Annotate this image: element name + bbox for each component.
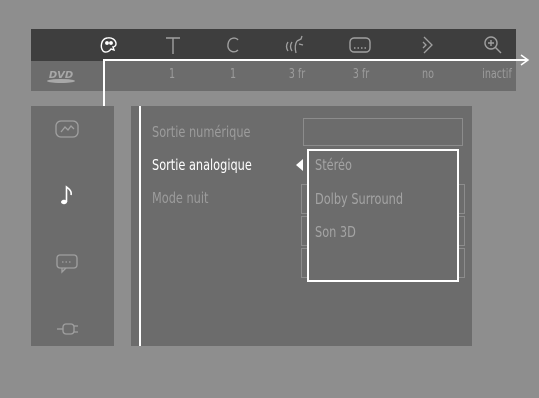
audio-value: 3 fr — [288, 67, 306, 82]
text-icon[interactable] — [159, 33, 187, 57]
chapter-value: 1 — [229, 67, 237, 82]
option-3d-sound[interactable]: Son 3D — [315, 223, 356, 241]
subtitle-value: 3 fr — [352, 67, 370, 82]
selection-arrow-icon — [296, 159, 303, 171]
menu-item-digital-output[interactable]: Sortie numérique — [152, 123, 251, 141]
angle-value: no — [422, 67, 434, 82]
option-stereo[interactable]: Stéréo — [315, 156, 352, 174]
settings-panel: Sortie numérique Sortie analogique Mode … — [131, 106, 472, 346]
zoom-icon[interactable] — [479, 33, 507, 57]
toolbar-value-row: DVD 1 1 3 fr 3 fr no inactif — [31, 61, 516, 91]
top-toolbar: DVD 1 1 3 fr 3 fr no inactif — [31, 29, 516, 91]
language-settings-icon[interactable] — [53, 252, 81, 274]
zoom-value: inactif — [482, 67, 512, 82]
option-dolby-surround[interactable]: Dolby Surround — [315, 190, 403, 208]
features-settings-icon[interactable] — [53, 318, 81, 340]
picture-settings-icon[interactable] — [53, 118, 81, 140]
angle-icon[interactable] — [414, 33, 442, 57]
personal-settings-icon[interactable] — [95, 33, 123, 57]
audio-icon[interactable] — [283, 33, 311, 57]
panel-divider — [139, 106, 141, 346]
dvd-logo: DVD — [43, 68, 79, 84]
subtitle-icon[interactable] — [346, 33, 374, 57]
menu-item-analog-output[interactable]: Sortie analogique — [152, 156, 252, 174]
c-icon[interactable] — [219, 33, 247, 57]
analog-output-options: Stéréo Dolby Surround Son 3D — [307, 149, 459, 282]
dvd-setup-screen: DVD 1 1 3 fr 3 fr no inactif Sortie numé… — [0, 0, 539, 398]
settings-sidebar — [31, 106, 114, 346]
digital-output-value-box — [303, 118, 463, 146]
sound-settings-icon[interactable] — [53, 184, 81, 206]
toolbar-icon-row — [31, 29, 516, 61]
menu-item-night-mode[interactable]: Mode nuit — [152, 189, 208, 207]
title-value: 1 — [168, 67, 176, 82]
